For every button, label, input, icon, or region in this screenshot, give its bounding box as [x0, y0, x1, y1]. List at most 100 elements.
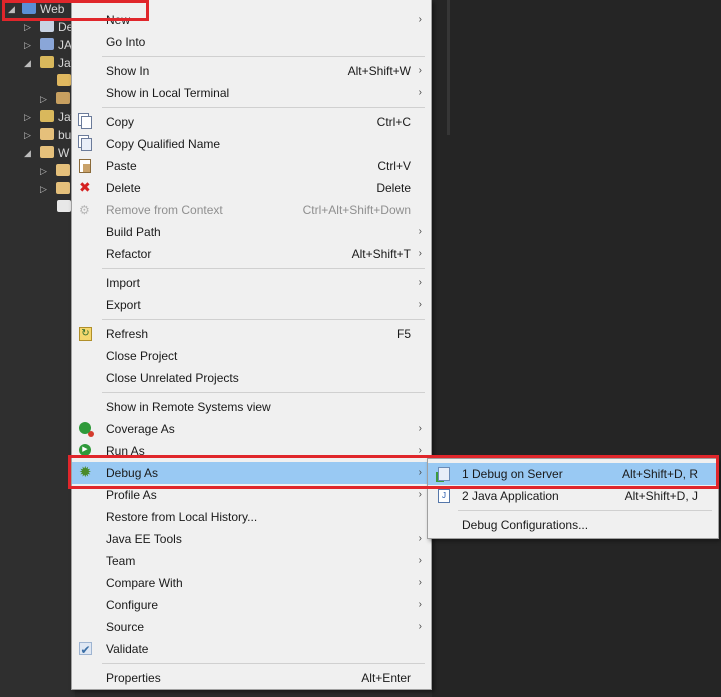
- collapsed-twisty-icon[interactable]: ▷: [40, 184, 48, 194]
- menu-item-label: Close Project: [106, 349, 178, 363]
- shortcut-label: F5: [396, 327, 411, 341]
- submenu-arrow-icon: ›: [418, 277, 422, 288]
- menu-item-label: Properties: [106, 671, 161, 685]
- menu-item-label: Paste: [106, 159, 137, 173]
- menu-item-label: Show In: [106, 64, 150, 78]
- tree-item[interactable]: ▷ Jav: [0, 108, 75, 126]
- menu-separator: [102, 56, 425, 57]
- menu-item-delete[interactable]: ✖ Delete Delete: [72, 177, 431, 199]
- menu-item-label: Show in Local Terminal: [106, 86, 230, 100]
- menu-item-refactor[interactable]: Refactor Alt+Shift+T ›: [72, 243, 431, 265]
- menu-separator: [102, 107, 425, 108]
- refresh-icon: ↻: [79, 327, 92, 341]
- menu-item-paste[interactable]: Paste Ctrl+V: [72, 155, 431, 177]
- expanded-twisty-icon[interactable]: ◢: [24, 148, 32, 158]
- menu-item-validate[interactable]: ✔ Validate: [72, 638, 431, 660]
- tree-item-label: bu: [58, 128, 72, 142]
- copy-icon: [81, 116, 92, 129]
- menu-item-properties[interactable]: Properties Alt+Enter: [72, 667, 431, 689]
- menu-separator: [102, 268, 425, 269]
- menu-item-label: Compare With: [106, 576, 183, 590]
- menu-item-label: Import: [106, 276, 141, 290]
- remove-context-icon: ⚙: [79, 203, 90, 217]
- jaxws-icon: [40, 38, 54, 50]
- expanded-twisty-icon[interactable]: ◢: [24, 58, 32, 68]
- menu-item-build-path[interactable]: Build Path ›: [72, 221, 431, 243]
- collapsed-twisty-icon[interactable]: ▷: [40, 166, 48, 176]
- menu-item-label: Copy: [106, 115, 135, 129]
- tree-item[interactable]: ▷: [0, 90, 75, 108]
- shortcut-label: Alt+Shift+W: [347, 64, 411, 78]
- collapsed-twisty-icon[interactable]: ▷: [40, 94, 48, 104]
- menu-item-label: Remove from Context: [106, 203, 223, 217]
- coverage-icon: [79, 422, 91, 434]
- submenu-arrow-icon: ›: [418, 423, 422, 434]
- menu-item-refresh[interactable]: ↻ Refresh F5: [72, 323, 431, 345]
- menu-item-label: Coverage As: [106, 422, 175, 436]
- menu-item-label: Export: [106, 298, 141, 312]
- tree-item[interactable]: ▷ JA: [0, 36, 75, 54]
- libraries-icon: [56, 92, 70, 104]
- shortcut-label: Ctrl+V: [377, 159, 411, 173]
- menu-item-debug-configurations[interactable]: Debug Configurations...: [428, 514, 718, 536]
- editor-divider: [447, 0, 450, 135]
- menu-item-label: Go Into: [106, 35, 146, 49]
- editor-area: [432, 0, 721, 697]
- submenu-arrow-icon: ›: [418, 248, 422, 259]
- menu-item-coverage-as[interactable]: Coverage As ›: [72, 418, 431, 440]
- menu-item-java-ee-tools[interactable]: Java EE Tools ›: [72, 528, 431, 550]
- menu-item-restore-from-local-history[interactable]: Restore from Local History...: [72, 506, 431, 528]
- menu-item-source[interactable]: Source ›: [72, 616, 431, 638]
- shortcut-label: Delete: [376, 181, 411, 195]
- tree-item[interactable]: ▷ bu: [0, 126, 75, 144]
- menu-item-label: Build Path: [106, 225, 161, 239]
- menu-item-label: Configure: [106, 598, 159, 612]
- tree-item[interactable]: [0, 198, 75, 216]
- collapsed-twisty-icon[interactable]: ▷: [24, 130, 32, 140]
- menu-item-show-in-remote-systems-view[interactable]: Show in Remote Systems view: [72, 396, 431, 418]
- tree-item[interactable]: [0, 72, 75, 90]
- menu-item-copy[interactable]: Copy Ctrl+C: [72, 111, 431, 133]
- tree-item-label: JA: [58, 38, 73, 52]
- menu-separator: [102, 663, 425, 664]
- submenu-arrow-icon: ›: [418, 599, 422, 610]
- menu-item-label: Java EE Tools: [106, 532, 182, 546]
- java-script-resources-icon: [40, 110, 54, 122]
- menu-separator: [102, 319, 425, 320]
- menu-item-show-in[interactable]: Show In Alt+Shift+W ›: [72, 60, 431, 82]
- collapsed-twisty-icon[interactable]: ▷: [24, 22, 32, 32]
- menu-item-close-unrelated-projects[interactable]: Close Unrelated Projects: [72, 367, 431, 389]
- menu-item-show-in-local-terminal[interactable]: Show in Local Terminal ›: [72, 82, 431, 104]
- tree-item[interactable]: ◢ Jav: [0, 54, 75, 72]
- tree-item-label: W: [58, 146, 70, 160]
- submenu-arrow-icon: ›: [418, 65, 422, 76]
- menu-item-close-project[interactable]: Close Project: [72, 345, 431, 367]
- folder-icon: [40, 146, 54, 158]
- menu-separator: [458, 510, 712, 511]
- collapsed-twisty-icon[interactable]: ▷: [24, 40, 32, 50]
- menu-item-label: Debug Configurations...: [462, 518, 589, 532]
- menu-item-configure[interactable]: Configure ›: [72, 594, 431, 616]
- annotation-highlight-project: [2, 0, 149, 21]
- menu-item-go-into[interactable]: Go Into: [72, 31, 431, 53]
- tree-item[interactable]: ▷: [0, 162, 75, 180]
- tree-item[interactable]: ▷: [0, 180, 75, 198]
- menu-item-remove-from-context: ⚙ Remove from Context Ctrl+Alt+Shift+Down: [72, 199, 431, 221]
- file-icon: [57, 200, 71, 212]
- menu-item-import[interactable]: Import ›: [72, 272, 431, 294]
- submenu-arrow-icon: ›: [418, 87, 422, 98]
- checkmark-icon: ✔: [79, 642, 92, 657]
- context-menu: New › Go Into Show In Alt+Shift+W › Show in Lo…: [71, 0, 432, 690]
- menu-item-label: Restore from Local History...: [106, 510, 258, 524]
- collapsed-twisty-icon[interactable]: ▷: [24, 112, 32, 122]
- menu-item-team[interactable]: Team ›: [72, 550, 431, 572]
- java-app-icon: J: [438, 489, 450, 503]
- tree-item[interactable]: ◢ W: [0, 144, 75, 162]
- menu-item-export[interactable]: Export ›: [72, 294, 431, 316]
- submenu-arrow-icon: ›: [418, 14, 422, 25]
- menu-item-label: Show in Remote Systems view: [106, 400, 271, 414]
- menu-item-compare-with[interactable]: Compare With ›: [72, 572, 431, 594]
- menu-item-copy-qualified-name[interactable]: Copy Qualified Name: [72, 133, 431, 155]
- submenu-arrow-icon: ›: [418, 621, 422, 632]
- menu-item-label: Delete: [106, 181, 141, 195]
